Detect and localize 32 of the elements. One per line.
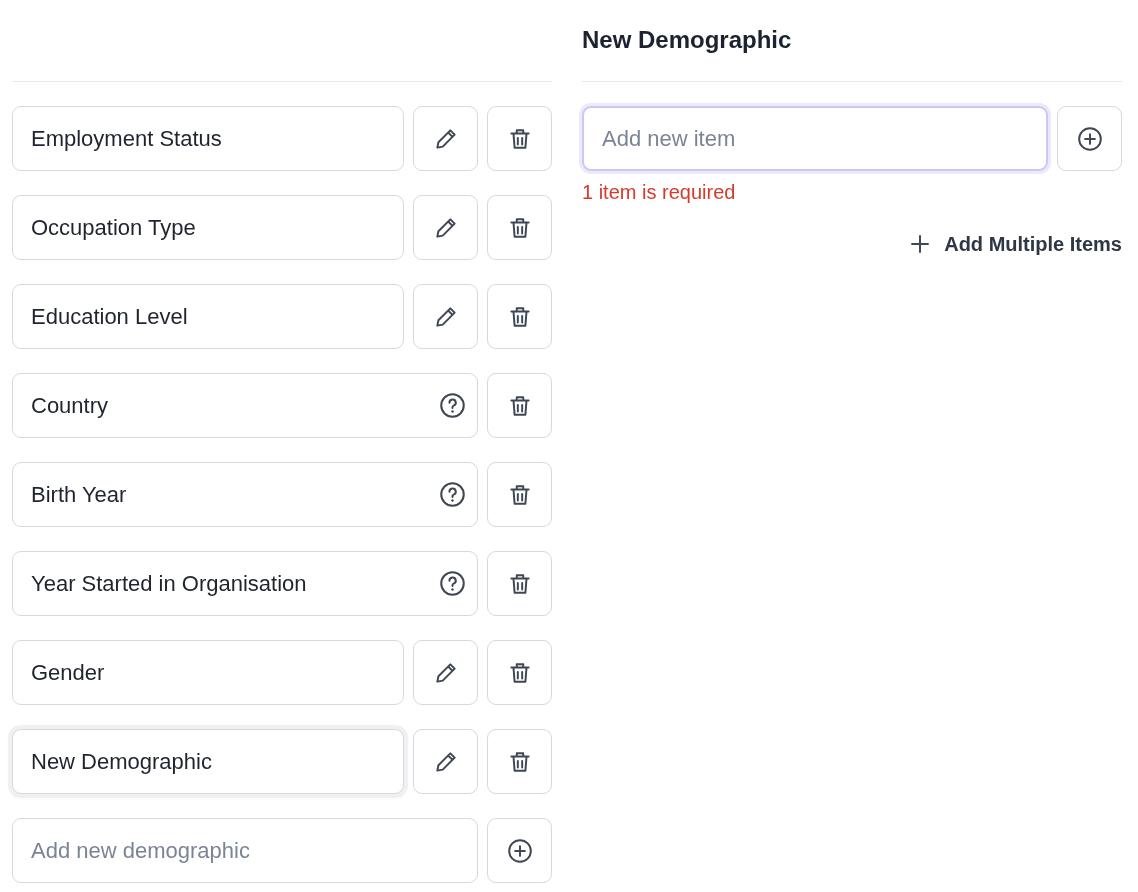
- demographic-field[interactable]: Employment Status: [12, 106, 404, 171]
- demographic-field[interactable]: Education Level: [12, 284, 404, 349]
- demographic-input[interactable]: Add new demographic: [12, 818, 478, 883]
- plus-circle-icon: [506, 837, 533, 864]
- delete-button[interactable]: [487, 106, 552, 171]
- delete-button[interactable]: [487, 640, 552, 705]
- edit-button[interactable]: [413, 729, 478, 794]
- delete-button[interactable]: [487, 373, 552, 438]
- edit-button[interactable]: [413, 640, 478, 705]
- help-icon: [439, 481, 466, 508]
- item-input[interactable]: Add new item: [582, 106, 1048, 171]
- add-button[interactable]: [1057, 106, 1122, 171]
- help-icon: [439, 570, 466, 597]
- edit-button[interactable]: [413, 195, 478, 260]
- help-icon: [439, 392, 466, 419]
- delete-button[interactable]: [487, 551, 552, 616]
- delete-button[interactable]: [487, 729, 552, 794]
- delete-button[interactable]: [487, 195, 552, 260]
- demographic-field[interactable]: Year Started in Organisation: [12, 551, 478, 616]
- delete-button[interactable]: [487, 284, 552, 349]
- demographic-field[interactable]: Gender: [12, 640, 404, 705]
- edit-button[interactable]: [413, 284, 478, 349]
- plus-circle-icon: [1076, 125, 1103, 152]
- demographic-field[interactable]: Country: [12, 373, 478, 438]
- demographic-field[interactable]: Birth Year: [12, 462, 478, 527]
- add-button[interactable]: [487, 818, 552, 883]
- add-multiple-link[interactable]: Add Multiple Items: [908, 232, 1122, 256]
- section-title: New Demographic: [582, 26, 792, 54]
- demographic-field[interactable]: Occupation Type: [12, 195, 404, 260]
- edit-button[interactable]: [413, 106, 478, 171]
- error-message: 1 item is required: [582, 181, 737, 204]
- delete-button[interactable]: [487, 462, 552, 527]
